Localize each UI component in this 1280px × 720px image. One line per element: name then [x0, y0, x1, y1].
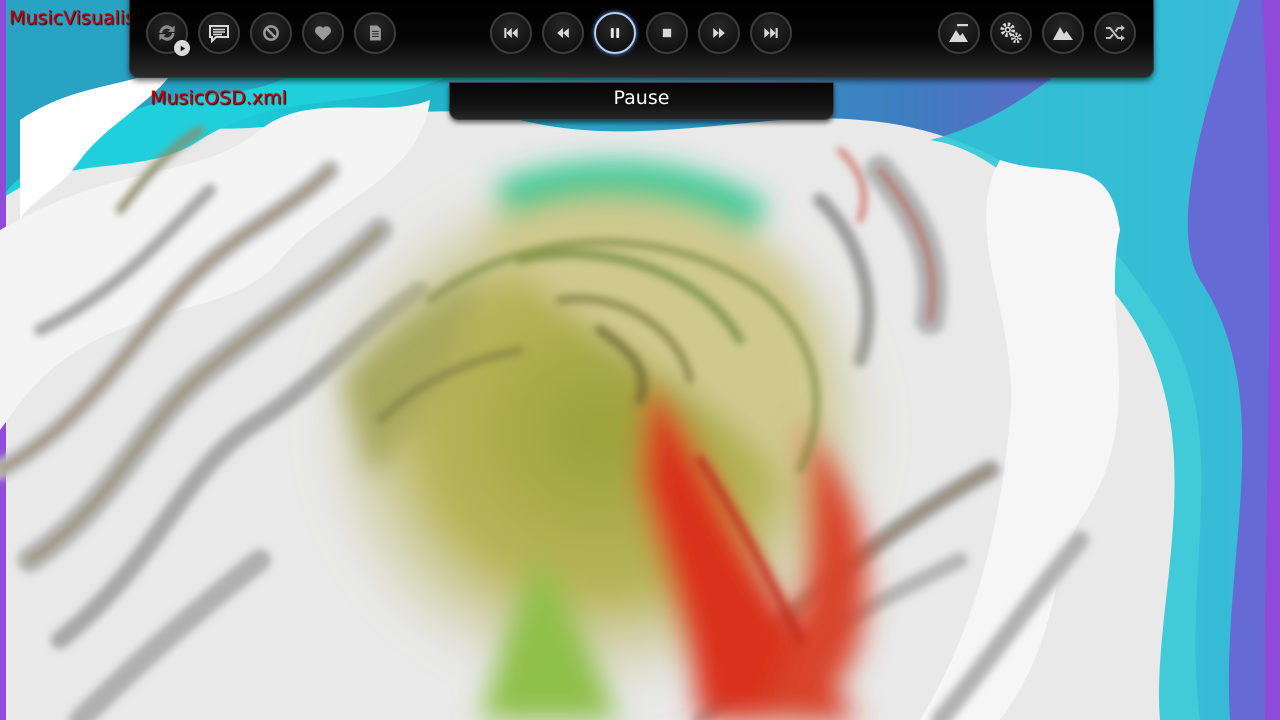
lyrics-button[interactable]: [198, 12, 240, 54]
shuffle-icon: [1103, 21, 1127, 45]
block-icon: [261, 23, 281, 43]
heart-icon: [313, 23, 333, 43]
pause-button[interactable]: [594, 12, 636, 54]
repeat-button[interactable]: [146, 12, 190, 56]
stop-icon: [657, 23, 677, 43]
button-tooltip: Pause: [449, 82, 834, 120]
favourite-button[interactable]: [302, 12, 344, 54]
shuffle-button[interactable]: [1094, 12, 1136, 54]
play-badge-icon: [174, 40, 190, 56]
fast-forward-icon: [709, 23, 729, 43]
visualisation-settings-button[interactable]: [990, 12, 1032, 54]
visualisation-button[interactable]: [1042, 12, 1084, 54]
skip-previous-icon: [501, 23, 521, 43]
info-button[interactable]: [354, 12, 396, 54]
visualisation-preset-icon: [947, 21, 971, 45]
skip-next-icon: [761, 23, 781, 43]
document-icon: [365, 23, 385, 43]
rewind-button[interactable]: [542, 12, 584, 54]
stop-button[interactable]: [646, 12, 688, 54]
next-button[interactable]: [750, 12, 792, 54]
block-button[interactable]: [250, 12, 292, 54]
osd-window-label: MusicOSD.xml: [150, 87, 287, 109]
pause-icon: [605, 23, 625, 43]
speech-bubble-icon: [207, 21, 231, 45]
gears-icon: [998, 20, 1024, 46]
rewind-icon: [553, 23, 573, 43]
previous-button[interactable]: [490, 12, 532, 54]
mountain-icon: [1051, 21, 1075, 45]
fast-forward-button[interactable]: [698, 12, 740, 54]
music-osd-bar: [129, 0, 1154, 78]
visualisation-presets-button[interactable]: [938, 12, 980, 54]
